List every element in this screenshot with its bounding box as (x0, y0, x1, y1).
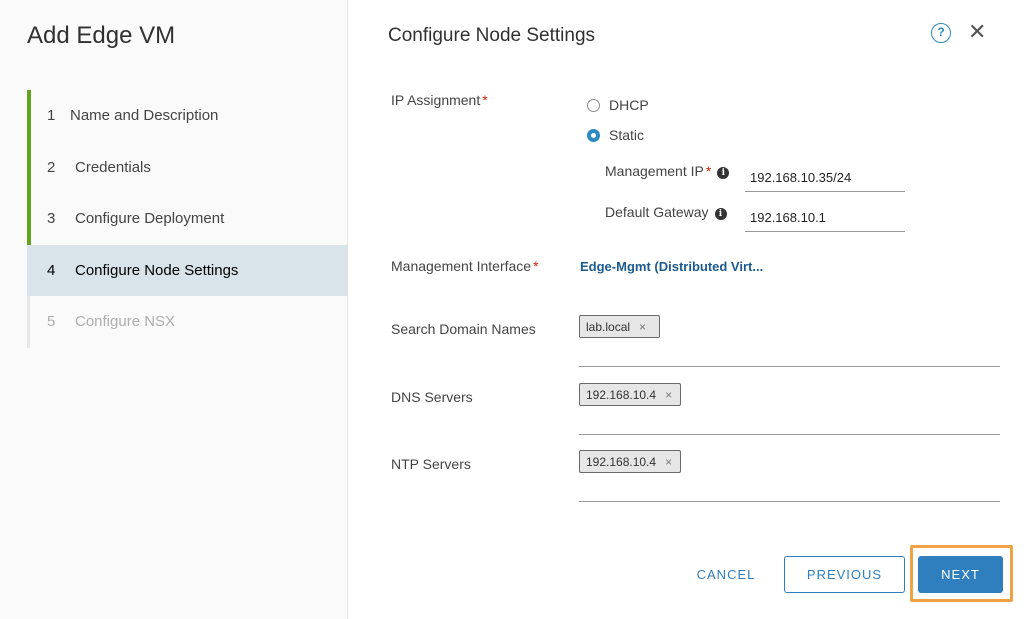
ip-assignment-label: IP Assignment * (391, 92, 488, 108)
radio-dhcp[interactable]: DHCP (587, 97, 649, 113)
search-domain-field[interactable]: lab.local × (579, 315, 1000, 367)
remove-tag-icon[interactable]: × (665, 455, 672, 469)
radio-circle-selected[interactable] (587, 128, 600, 142)
step-credentials[interactable]: 2 Credentials (27, 141, 348, 193)
tag-text: lab.local (586, 319, 631, 334)
step-complete-indicator (27, 90, 31, 142)
required-asterisk: * (705, 163, 712, 179)
step-configure-nsx: 5 Configure NSX (27, 296, 348, 348)
remove-tag-icon[interactable]: × (665, 388, 672, 402)
step-label: Configure NSX (75, 313, 176, 331)
step-number: 4 (47, 261, 56, 279)
step-number: 3 (47, 210, 56, 228)
page-title: Configure Node Settings (388, 25, 596, 46)
radio-circle[interactable] (587, 98, 600, 112)
previous-button[interactable]: PREVIOUS (784, 556, 905, 593)
management-interface-label-text: Management Interface (391, 258, 532, 274)
management-interface-link[interactable]: Edge-Mgmt (Distributed Virt... (580, 259, 763, 274)
management-ip-label-text: Management IP (605, 163, 704, 179)
step-number: 1 (47, 107, 56, 125)
step-number: 5 (47, 313, 56, 331)
info-icon[interactable]: i (717, 167, 730, 179)
step-label: Name and Description (70, 107, 219, 125)
step-number: 2 (47, 158, 56, 176)
close-icon[interactable]: ✕ (968, 20, 986, 44)
management-ip-label: Management IP * i (605, 163, 730, 179)
wizard-sidebar: Add Edge VM 1 Name and Description 2 Cre… (0, 0, 348, 619)
ntp-servers-label: NTP Servers (391, 456, 471, 472)
default-gateway-input[interactable] (745, 204, 905, 232)
ntp-servers-field[interactable]: 192.168.10.4 × (579, 450, 1000, 502)
default-gateway-label: Default Gateway i (605, 204, 727, 220)
ntp-server-tag: 192.168.10.4 × (579, 450, 681, 473)
radio-static-label: Static (609, 127, 645, 143)
ip-assignment-label-text: IP Assignment (391, 92, 481, 108)
step-label: Configure Deployment (75, 210, 225, 228)
required-asterisk: * (533, 258, 539, 274)
step-complete-indicator (27, 141, 31, 193)
required-asterisk: * (482, 92, 488, 108)
wizard-title: Add Edge VM (27, 22, 176, 49)
management-ip-input[interactable] (745, 164, 905, 192)
dns-server-tag: 192.168.10.4 × (579, 383, 681, 406)
step-complete-indicator (27, 193, 31, 245)
default-gateway-label-text: Default Gateway (605, 204, 709, 220)
help-icon[interactable]: ? (931, 23, 951, 43)
info-icon[interactable]: i (714, 208, 727, 220)
step-pending-indicator (27, 296, 30, 348)
step-label: Configure Node Settings (75, 261, 239, 279)
next-button[interactable]: NEXT (918, 556, 1003, 593)
remove-tag-icon[interactable]: × (639, 320, 646, 334)
step-name-and-description[interactable]: 1 Name and Description (27, 90, 348, 142)
radio-static[interactable]: Static (587, 127, 644, 143)
search-domain-tag: lab.local × (579, 315, 660, 338)
dns-servers-label: DNS Servers (391, 389, 473, 405)
step-configure-deployment[interactable]: 3 Configure Deployment (27, 193, 348, 245)
step-current-indicator (27, 244, 31, 296)
step-label: Credentials (75, 158, 151, 176)
cancel-button[interactable]: CANCEL (683, 561, 769, 589)
search-domain-label: Search Domain Names (391, 321, 536, 337)
tag-text: 192.168.10.4 (586, 387, 657, 402)
wizard-steps: 1 Name and Description 2 Credentials 3 C… (27, 90, 348, 348)
dns-servers-field[interactable]: 192.168.10.4 × (579, 383, 1000, 435)
management-interface-label: Management Interface * (391, 258, 539, 274)
step-configure-node-settings[interactable]: 4 Configure Node Settings (27, 244, 348, 296)
tag-text: 192.168.10.4 (586, 454, 657, 469)
radio-dhcp-label: DHCP (609, 97, 649, 113)
